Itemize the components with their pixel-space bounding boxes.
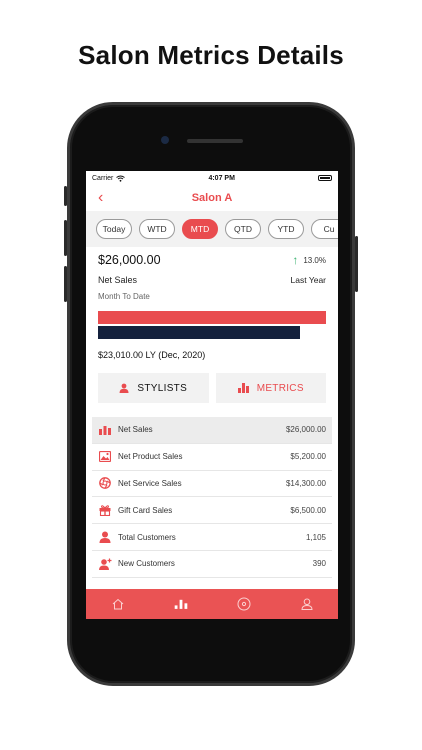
metric-value: 390 [312, 559, 326, 569]
list-item-gift-card-sales[interactable]: Gift Card Sales $6,500.00 [92, 497, 332, 525]
period-label: Month To Date [98, 292, 150, 301]
metric-value: $6,500.00 [290, 505, 326, 515]
last-year-value: $23,010.00 LY (Dec, 2020) [98, 350, 206, 360]
metrics-label: METRICS [256, 382, 304, 394]
status-time: 4:07 PM [208, 174, 235, 182]
list-item-net-product-sales[interactable]: Net Product Sales $5,200.00 [92, 444, 332, 471]
net-sales-label: Net Sales [98, 275, 138, 285]
view-toggle: STYLISTS METRICS [98, 373, 326, 403]
comparison-bars [98, 311, 326, 341]
bottom-tab-bar [86, 589, 338, 619]
metric-label: Gift Card Sales [118, 505, 173, 515]
last-year-label: Last Year [290, 275, 326, 285]
volume-down-button [64, 266, 67, 302]
list-item-net-service-sales[interactable]: Net Service Sales $14,300.00 [92, 471, 332, 498]
metric-label: Net Sales [118, 425, 153, 435]
gift-icon [98, 503, 112, 517]
metric-label: New Customers [118, 559, 175, 569]
wifi-icon [116, 175, 126, 182]
nav-bar: ‹ Salon A [86, 185, 338, 211]
metrics-tab-icon[interactable] [174, 597, 188, 611]
change-percent: 13.0% [303, 255, 326, 265]
metrics-list: Net Sales $26,000.00 Net Product Sales $… [92, 417, 332, 578]
stylists-button[interactable]: STYLISTS [98, 373, 209, 403]
tab-today[interactable]: Today [96, 219, 132, 239]
nav-title: Salon A [191, 192, 233, 204]
carrier-label: Carrier [92, 174, 114, 182]
back-chevron-icon[interactable]: ‹ [98, 189, 103, 207]
power-button [355, 236, 358, 292]
metric-value: $14,300.00 [285, 478, 326, 488]
person-icon [98, 530, 112, 544]
status-bar: Carrier 4:07 PM [86, 171, 338, 185]
home-icon[interactable] [111, 597, 125, 611]
page-headline: Salon Metrics Details [78, 40, 344, 70]
last-year-bar [98, 326, 300, 339]
period-tabs: Today WTD MTD QTD YTD Cu [86, 211, 338, 247]
tab-custom[interactable]: Cu [311, 219, 338, 239]
bar-chart-icon [98, 423, 112, 437]
current-period-bar [98, 311, 326, 324]
tab-mtd[interactable]: MTD [182, 219, 218, 239]
volume-up-button [64, 220, 67, 256]
stylists-label: STYLISTS [137, 382, 188, 394]
metric-value: $5,200.00 [290, 452, 326, 462]
list-item-new-customers[interactable]: New Customers 390 [92, 551, 332, 578]
compass-icon[interactable] [237, 597, 251, 611]
metric-label: Net Service Sales [118, 478, 182, 488]
metric-label: Net Product Sales [118, 452, 183, 462]
metrics-button[interactable]: METRICS [215, 373, 326, 403]
tab-qtd[interactable]: QTD [225, 219, 261, 239]
product-image-icon [98, 450, 112, 464]
metric-label: Total Customers [118, 532, 176, 542]
tab-wtd[interactable]: WTD [139, 219, 175, 239]
person-icon [119, 383, 129, 393]
front-camera [161, 136, 169, 144]
speaker-grill [187, 139, 243, 143]
profile-icon[interactable] [300, 597, 314, 611]
person-add-icon [98, 557, 112, 571]
list-item-net-sales[interactable]: Net Sales $26,000.00 [92, 417, 332, 444]
metric-value: 1,105 [305, 532, 326, 542]
battery-icon [317, 175, 332, 181]
metric-value: $26,000.00 [285, 425, 326, 435]
arrow-up-icon: ↑ [292, 253, 299, 267]
app-screen: Carrier 4:07 PM ‹ Salon A Today WTD MTD … [86, 171, 338, 619]
bar-chart-icon [237, 383, 249, 393]
aperture-icon [98, 476, 112, 490]
mute-switch [64, 186, 67, 206]
net-sales-amount: $26,000.00 [98, 253, 161, 267]
tab-ytd[interactable]: YTD [268, 219, 304, 239]
list-item-total-customers[interactable]: Total Customers 1,105 [92, 524, 332, 551]
change-indicator: ↑ 13.0% [292, 253, 326, 267]
